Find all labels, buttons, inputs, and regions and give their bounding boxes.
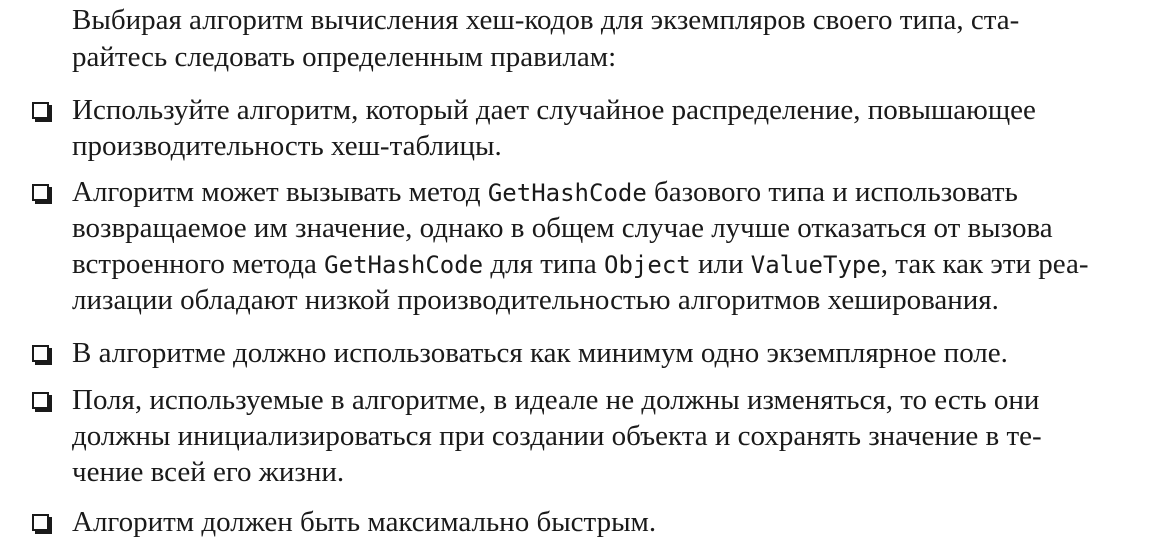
list-item-line: должны инициализироваться при создании о… [72, 420, 1042, 452]
text-run: , так как эти реа- [880, 248, 1089, 280]
intro-line-1: Выбирая алгоритм вычисления хеш-кодов дл… [72, 4, 1020, 36]
list-item-line: Используйте алгоритм, который дает случа… [72, 94, 1036, 126]
code-getHashCode: GetHashCode [487, 179, 647, 207]
list-item-line: производительность хеш-таблицы. [72, 130, 502, 162]
list-item-line: Поля, используемые в алгоритме, в идеале… [72, 384, 1040, 416]
list-item-line: Алгоритм может вызывать метод GetHashCod… [72, 174, 1018, 210]
text-run: базового типа и использовать [646, 176, 1018, 208]
text-run: Алгоритм может вызывать метод [72, 176, 488, 208]
document-page: Выбирая алгоритм вычисления хеш-кодов дл… [0, 0, 1160, 555]
checkbox-icon [32, 392, 49, 409]
code-valuetype: ValueType [750, 251, 881, 279]
intro-line-2: райтесь следовать определенным правилам: [72, 41, 617, 73]
checkbox-icon [32, 345, 49, 362]
list-item-line: встроенного метода GetHashCode для типа … [72, 246, 1089, 282]
list-item-line: возвращаемое им значение, однако в общем… [72, 212, 1053, 244]
list-item-line: В алгоритме должно использоваться как ми… [72, 337, 1008, 369]
list-item-line: лизации обладают низкой производительнос… [72, 284, 999, 316]
list-item-line: чение всей его жизни. [72, 456, 345, 488]
text-run: или [690, 248, 751, 280]
text-run: для типа [483, 248, 605, 280]
text-run: встроенного метода [72, 248, 325, 280]
code-getHashCode: GetHashCode [324, 251, 484, 279]
code-object: Object [604, 251, 691, 279]
list-item-line: Алгоритм должен быть максимально быстрым… [72, 506, 657, 538]
checkbox-icon [32, 102, 49, 119]
checkbox-icon [32, 514, 49, 531]
checkbox-icon [32, 184, 49, 201]
